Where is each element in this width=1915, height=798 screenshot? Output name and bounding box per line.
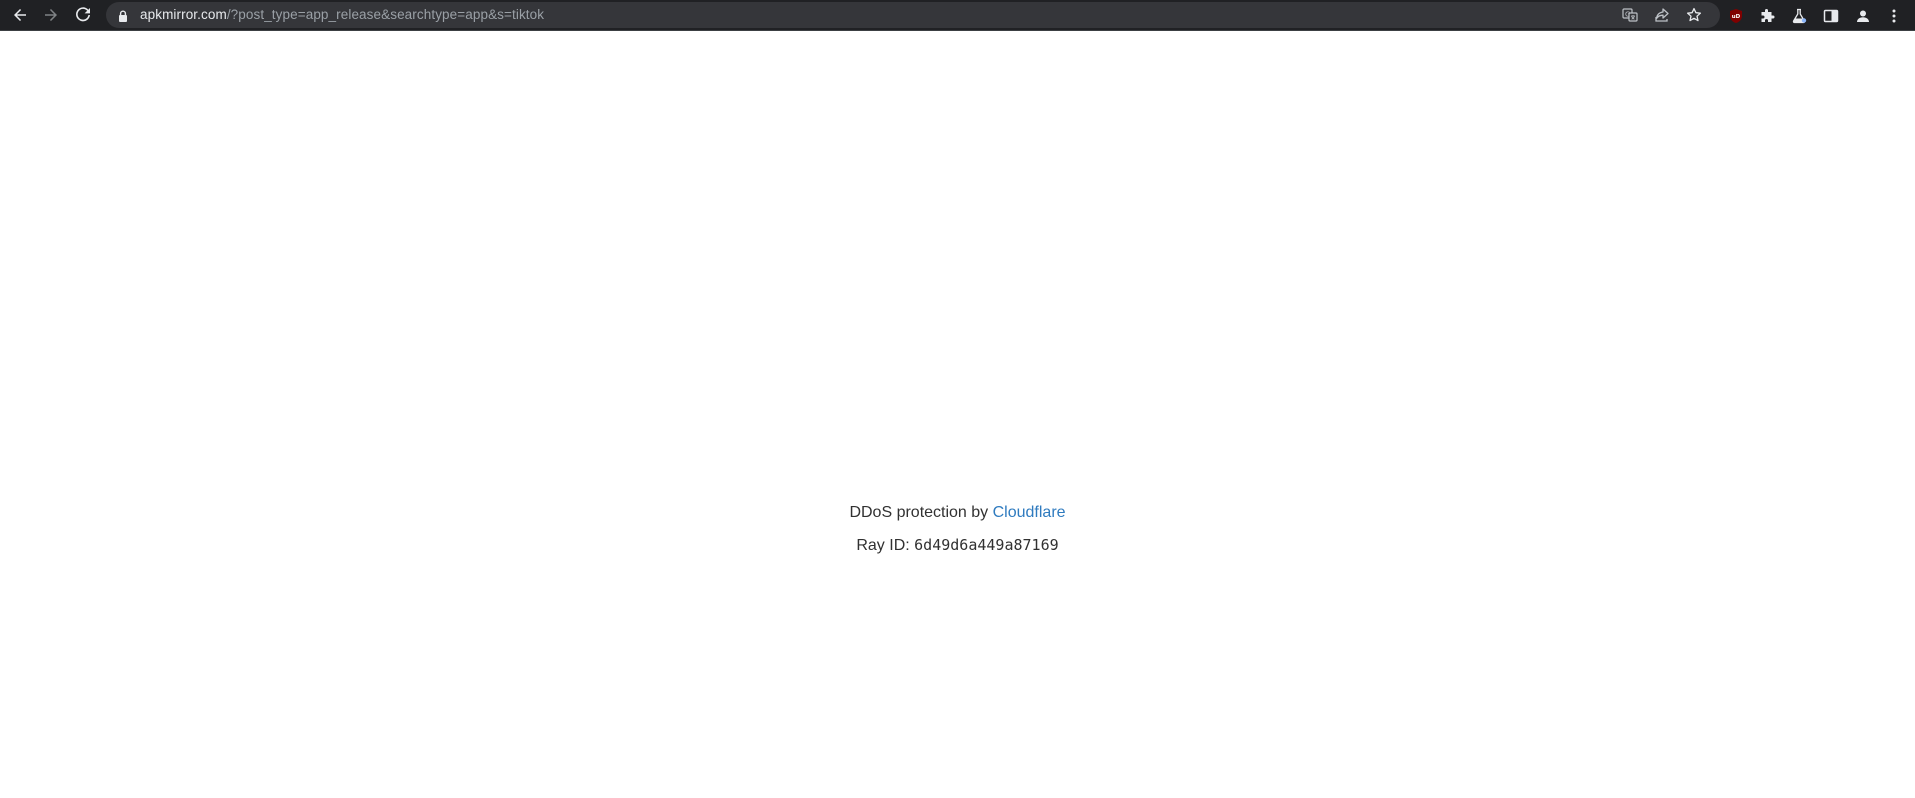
reload-icon <box>75 7 91 23</box>
star-icon[interactable] <box>1685 6 1703 24</box>
ddos-protection-line: DDoS protection by Cloudflare <box>0 504 1915 522</box>
url-text[interactable]: apkmirror.com/?post_type=app_release&sea… <box>140 2 544 28</box>
translate-icon[interactable]: G <box>1621 6 1639 24</box>
ray-id-line: Ray ID: 6d49d6a449a87169 <box>0 536 1915 555</box>
reload-button[interactable] <box>68 0 98 30</box>
protection-text: DDoS protection by <box>849 504 993 521</box>
puzzle-icon[interactable] <box>1757 6 1777 26</box>
flask-icon[interactable] <box>1789 6 1809 26</box>
side-panel-icon[interactable] <box>1821 6 1841 26</box>
url-host: apkmirror.com <box>140 7 227 22</box>
ray-id-label: Ray ID: <box>856 537 915 554</box>
cloudflare-link[interactable]: Cloudflare <box>993 504 1066 521</box>
arrow-right-icon <box>43 7 59 23</box>
page-content: DDoS protection by Cloudflare Ray ID: 6d… <box>0 31 1915 798</box>
profile-icon[interactable] <box>1853 6 1873 26</box>
ray-id-value: 6d49d6a449a87169 <box>914 536 1059 554</box>
share-icon[interactable] <box>1653 6 1671 24</box>
forward-button[interactable] <box>36 0 66 30</box>
url-path: /?post_type=app_release&searchtype=app&s… <box>226 7 545 22</box>
address-bar[interactable]: apkmirror.com/?post_type=app_release&sea… <box>106 2 1720 28</box>
lock-icon[interactable] <box>117 9 129 22</box>
back-button[interactable] <box>5 0 35 30</box>
kebab-menu-icon[interactable] <box>1884 6 1904 26</box>
ublock-badge: uD <box>1732 14 1741 20</box>
arrow-left-icon <box>12 7 28 23</box>
browser-toolbar: apkmirror.com/?post_type=app_release&sea… <box>0 0 1915 31</box>
ublock-origin-icon[interactable]: uD <box>1726 6 1746 26</box>
